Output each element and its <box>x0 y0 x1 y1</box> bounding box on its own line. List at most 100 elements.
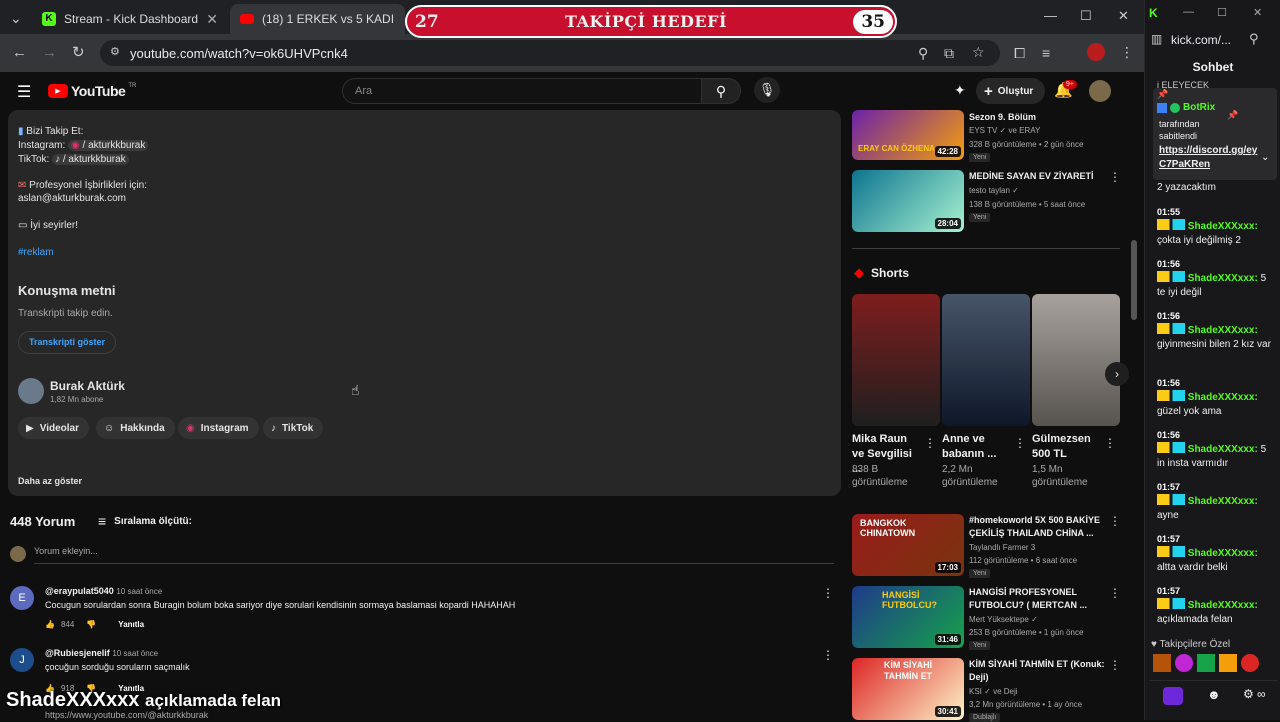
tiktok-link-button[interactable]: ♪ TikTok <box>263 417 324 439</box>
reply-button[interactable]: Yanıtla <box>118 620 144 629</box>
cast-icon[interactable]: ✦ <box>954 82 966 99</box>
message-user[interactable]: ShadeXXXxxx: <box>1188 392 1258 403</box>
chat-search-icon[interactable]: ⚲ <box>1249 31 1259 47</box>
account-avatar[interactable] <box>1089 80 1111 102</box>
video-thumbnail[interactable]: HANGİSİ FUTBOLCU? 31:46 <box>852 586 964 648</box>
chat-url[interactable]: kick.com/... <box>1171 33 1231 47</box>
chat-maximize-icon[interactable]: ☐ <box>1217 6 1227 19</box>
close-window-icon[interactable]: ✕ <box>1118 8 1129 24</box>
emote-icon[interactable] <box>1153 654 1171 672</box>
sidebar-toggle-icon[interactable]: ▥ <box>1151 32 1162 46</box>
channel-avatar[interactable] <box>18 378 44 404</box>
add-comment-input[interactable]: Yorum ekleyin... <box>34 546 834 564</box>
video-thumbnail[interactable]: BANGKOK CHINATOWN 17:03 <box>852 514 964 576</box>
video-menu-icon[interactable]: ⋮ <box>1109 658 1121 672</box>
message-user[interactable]: ShadeXXXxxx: <box>1188 273 1258 284</box>
related-video[interactable]: BANGKOK CHINATOWN 17:03 #homekoworld 5X … <box>852 514 1127 578</box>
video-menu-icon[interactable]: ⋮ <box>1109 514 1121 528</box>
menu-dots-icon[interactable]: ⋮ <box>1120 44 1134 61</box>
video-thumbnail[interactable]: ERAY CAN ÖZHENA 42:28 <box>852 110 964 160</box>
video-menu-icon[interactable]: ⋮ <box>1109 170 1121 184</box>
tab-kick-dashboard[interactable]: K Stream - Kick Dashboard ✕ <box>32 4 228 34</box>
comment-avatar[interactable]: E <box>10 586 34 610</box>
reload-icon[interactable]: ↻ <box>72 43 85 61</box>
show-less-button[interactable]: Daha az göster <box>18 476 82 486</box>
message-user[interactable]: ShadeXXXxxx: <box>1188 600 1258 611</box>
channel-name[interactable]: Burak Aktürk <box>50 379 125 393</box>
comment-menu-icon[interactable]: ⋮ <box>822 648 834 662</box>
emoji-icon[interactable]: ☻ <box>1207 687 1221 702</box>
sort-button[interactable]: ≡ Sıralama ölçütü: <box>98 513 192 529</box>
message-user[interactable]: ShadeXXXxxx: <box>1188 548 1258 559</box>
video-title[interactable]: #homekoworld 5X 500 BAKİYE ÇEKİLİŞ THAIL… <box>969 514 1114 540</box>
comment-avatar[interactable]: J <box>10 648 34 672</box>
chat-input-bar[interactable]: ☻ ⚙ ∞ <box>1149 680 1277 708</box>
short-thumbnail[interactable] <box>852 294 940 426</box>
search-input[interactable]: Ara <box>342 78 702 104</box>
microphone-icon[interactable] <box>1163 687 1183 705</box>
url-field[interactable]: ⚙ youtube.com/watch?v=ok6UHVPcnk4 ⚲ ⧉ ☆ <box>100 40 1000 66</box>
hamburger-menu-icon[interactable]: ☰ <box>17 82 31 102</box>
shorts-next-button[interactable]: › <box>1105 362 1129 386</box>
short-thumbnail[interactable] <box>1032 294 1120 426</box>
back-icon[interactable]: ← <box>12 44 27 61</box>
short-title[interactable]: Anne ve babanın ... <box>942 432 1012 462</box>
message-user[interactable]: ShadeXXXxxx: <box>1188 325 1258 336</box>
comment-author[interactable]: @eraypulat5040 <box>45 586 114 596</box>
pinned-link[interactable]: https://discord.gg/eyC7PaKRen <box>1159 144 1259 172</box>
video-title[interactable]: MEDİNE SAYAN EV ZİYARETİ <box>969 170 1114 183</box>
zoom-icon[interactable]: ⚲ <box>918 45 928 62</box>
profile-avatar[interactable] <box>1087 43 1105 61</box>
infinity-icon[interactable]: ∞ <box>1257 687 1266 701</box>
comment-author[interactable]: @Rubiesjenelif <box>45 648 110 658</box>
dislike-icon[interactable]: 👎 <box>86 620 96 629</box>
chat-close-icon[interactable]: ✕ <box>1253 6 1262 19</box>
instagram-link[interactable]: ◉ / akturkkburak <box>68 140 149 151</box>
short-menu-icon[interactable]: ⋮ <box>924 436 936 450</box>
tab-youtube[interactable]: (18) 1 ERKEK vs 5 KADIN | KIYAI <box>230 4 405 34</box>
sidebar-scrollbar[interactable] <box>1131 240 1137 320</box>
video-menu-icon[interactable]: ⋮ <box>1109 586 1121 600</box>
related-video[interactable]: ERAY CAN ÖZHENA 42:28 Sezon 9. Bölüm EYS… <box>852 110 1127 166</box>
related-video[interactable]: KİM SİYAHİ TAHMİN ET 30:41 KİM SİYAHİ TA… <box>852 658 1127 722</box>
pin-icon[interactable]: 📌 <box>1227 110 1238 121</box>
video-channel[interactable]: EYS TV ✓ ve ERAY <box>969 126 1040 135</box>
tab-search-icon[interactable]: ⌄ <box>10 10 22 27</box>
emote-icon[interactable] <box>1219 654 1237 672</box>
short-menu-icon[interactable]: ⋮ <box>1104 436 1116 450</box>
message-user[interactable]: ShadeXXXxxx: <box>1188 496 1258 507</box>
videos-link-button[interactable]: ▶ Videolar <box>18 417 89 439</box>
short-title[interactable]: Gülmezsen 500 TL <box>1032 432 1102 462</box>
site-info-icon[interactable]: ⚙ <box>110 45 120 58</box>
video-channel[interactable]: testo taylan ✓ <box>969 186 1019 195</box>
extensions-icon[interactable]: ⧠ <box>1014 45 1025 62</box>
video-title[interactable]: HANGİSİ PROFESYONEL FUTBOLCU? ( MERTCAN … <box>969 586 1114 612</box>
comment-menu-icon[interactable]: ⋮ <box>822 586 834 600</box>
video-channel[interactable]: Mert Yüksektepe ✓ <box>969 615 1038 624</box>
search-button[interactable]: ⚲ <box>701 78 741 104</box>
minimize-icon[interactable]: — <box>1044 8 1057 23</box>
forward-icon[interactable]: → <box>42 44 57 61</box>
short-thumbnail[interactable] <box>942 294 1030 426</box>
install-icon[interactable]: ⧉ <box>944 45 954 62</box>
maximize-icon[interactable]: ☐ <box>1080 8 1092 24</box>
show-transcript-button[interactable]: Transkripti göster <box>18 331 117 354</box>
close-icon[interactable]: ✕ <box>206 11 218 28</box>
message-user[interactable]: ShadeXXXxxx: <box>1188 221 1258 232</box>
chevron-down-icon[interactable]: ⌄ <box>1261 152 1269 163</box>
emote-icon[interactable] <box>1241 654 1259 672</box>
bookmark-star-icon[interactable]: ☆ <box>972 44 985 61</box>
chat-minimize-icon[interactable]: — <box>1183 6 1194 18</box>
video-thumbnail[interactable]: KİM SİYAHİ TAHMİN ET 30:41 <box>852 658 964 720</box>
business-email[interactable]: aslan@akturkburak.com <box>18 193 126 204</box>
like-icon[interactable]: 👍 <box>45 620 55 629</box>
youtube-logo[interactable]: ▶ YouTube TR <box>48 83 136 99</box>
tiktok-link[interactable]: ♪ / akturkkburak <box>52 154 129 165</box>
related-video[interactable]: HANGİSİ FUTBOLCU? 31:46 HANGİSİ PROFESYO… <box>852 586 1127 650</box>
video-title[interactable]: KİM SİYAHİ TAHMİN ET (Konuk: Deji) <box>969 658 1114 684</box>
related-video[interactable]: 28:04 MEDİNE SAYAN EV ZİYARETİ testo tay… <box>852 170 1127 234</box>
settings-icon[interactable]: ⚙ <box>1243 687 1254 701</box>
emote-icon[interactable] <box>1197 654 1215 672</box>
voice-search-button[interactable]: 🎙 <box>754 77 780 103</box>
media-icon[interactable]: ≡ <box>1042 45 1050 61</box>
